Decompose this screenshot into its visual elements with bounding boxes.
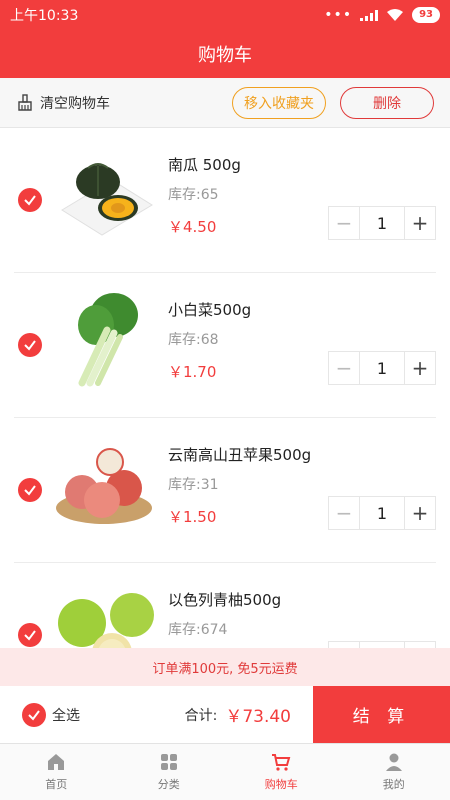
status-time: 上午10:33 [10,8,79,24]
bok-choy-image [78,293,138,387]
total-label: 合计: [184,707,218,724]
broom-icon [18,93,32,111]
checkmark-icon [24,340,36,351]
page-title: 购物车 [198,45,252,66]
wifi-icon [387,9,404,21]
total-amount: ￥73.40 [225,707,291,727]
quantity-value[interactable]: 1 [359,497,405,529]
clear-cart-label: 清空购物车 [40,95,110,112]
checkmark-icon [24,630,36,641]
item-stock: 库存:65 [168,187,219,203]
shipping-promo-banner: 订单满100元, 免5元运费 [0,648,450,686]
decrease-button[interactable]: − [329,497,359,529]
quantity-stepper: − 1 + [328,351,436,385]
quantity-stepper: − 1 + [328,206,436,240]
user-icon [385,753,402,771]
item-name: 云南高山丑苹果500g [168,446,312,464]
item-price: ￥4.50 [168,218,217,236]
clear-cart-button[interactable]: 清空购物车 [16,93,110,113]
quantity-stepper: − + [328,641,436,648]
increase-button[interactable]: + [405,497,435,529]
tab-label: 分类 [157,778,180,791]
item-price: ￥1.70 [168,363,217,381]
checkmark-icon [24,485,36,496]
more-dots-icon: ••• [324,7,353,23]
item-checkbox[interactable] [18,478,42,502]
delete-button[interactable]: 删除 [340,86,434,119]
signal-icon [360,9,379,21]
item-stock: 库存:674 [168,622,228,638]
pomelo-image [58,593,154,648]
tab-label: 我的 [382,778,405,791]
cart-item: 小白菜500g 库存:68 ￥1.70 − 1 + [14,273,436,418]
item-checkbox[interactable] [18,623,42,647]
tab-category[interactable]: 分类 [113,744,226,800]
checkmark-icon [24,195,36,206]
tab-profile[interactable]: 我的 [338,744,450,800]
decrease-button[interactable]: − [329,352,359,384]
quantity-value[interactable]: 1 [359,207,405,239]
select-all-checkbox[interactable] [22,702,46,727]
quantity-value[interactable]: 1 [359,352,405,384]
item-price: ￥1.50 [168,508,217,526]
item-name: 南瓜 500g [168,156,241,174]
cart-item: 南瓜 500g 库存:65 ￥4.50 − 1 + [14,128,436,273]
apples-image [56,448,152,524]
increase-button[interactable]: + [405,352,435,384]
bottom-tab-bar: 首页 分类 购物车 我的 [0,743,450,800]
home-icon [48,754,65,770]
cart-list: 南瓜 500g 库存:65 ￥4.50 − 1 + 小白菜500g 库存:68 … [0,128,450,648]
status-icons: ••• 93 [324,7,440,23]
checkout-button[interactable]: 结 算 [313,686,450,743]
decrease-button[interactable]: − [329,207,359,239]
item-checkbox[interactable] [18,333,42,357]
increase-button[interactable]: + [405,207,435,239]
item-stock: 库存:31 [168,477,219,493]
pumpkin-image [61,163,153,236]
nav-bar: 购物车 [0,30,450,78]
order-total: 合计: ￥73.40 [185,702,291,727]
status-bar: 上午10:33 ••• 93 [0,0,450,30]
cart-item: 以色列青柚500g 库存:674 − + [14,563,436,648]
tab-label: 购物车 [264,778,298,791]
select-all-toggle[interactable]: 全选 [22,702,80,727]
item-name: 小白菜500g [168,301,252,319]
grid-icon [160,754,177,770]
cart-item: 云南高山丑苹果500g 库存:31 ￥1.50 − 1 + [14,418,436,563]
quantity-stepper: − 1 + [328,496,436,530]
move-to-favorites-button[interactable]: 移入收藏夹 [232,86,326,119]
item-checkbox[interactable] [18,188,42,212]
checkout-bar: 全选 合计: ￥73.40 结 算 [0,686,450,743]
item-name: 以色列青柚500g [168,591,282,609]
tab-cart[interactable]: 购物车 [225,744,338,800]
tab-label: 首页 [45,778,68,791]
tab-home[interactable]: 首页 [0,744,113,800]
cart-icon [272,754,291,771]
item-stock: 库存:68 [168,332,219,348]
select-all-label: 全选 [52,707,80,724]
cart-toolbar: 清空购物车 移入收藏夹 删除 [0,78,450,128]
battery-icon: 93 [412,7,440,23]
checkmark-icon [28,709,40,721]
